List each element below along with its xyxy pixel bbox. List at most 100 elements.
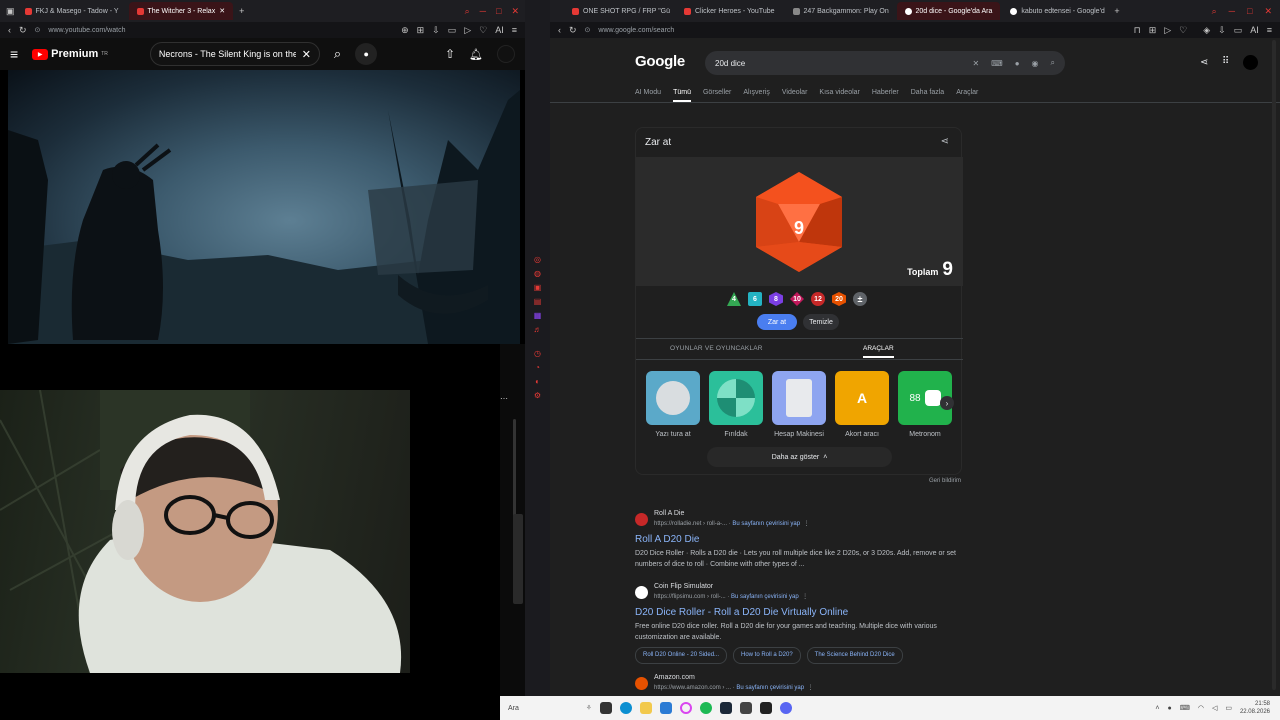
show-hidden-icons[interactable]: ˄ xyxy=(1155,705,1159,712)
search-tabs-icon[interactable]: ⌕ xyxy=(1212,6,1217,17)
spotify-icon[interactable] xyxy=(700,702,712,714)
sitelink[interactable]: Roll D20 Online - 20 Sided... xyxy=(635,647,728,664)
d6-button[interactable]: 6 xyxy=(748,292,762,306)
heart-icon[interactable]: ♡ xyxy=(479,25,487,36)
d12-button[interactable]: 12 xyxy=(811,292,825,306)
spinner-tool[interactable]: Fırıldak xyxy=(709,371,763,438)
tab-backgammon[interactable]: 247 Backgammon: Play On xyxy=(785,2,895,20)
search-input[interactable]: Necrons - The Silent King is on the Flo … xyxy=(149,42,320,66)
tab-news[interactable]: Haberler xyxy=(872,89,899,102)
search-input[interactable]: 20d dice xyxy=(715,59,960,68)
minimize-icon[interactable]: ─ xyxy=(480,6,486,16)
zoom-icon[interactable]: ⊕ xyxy=(401,25,409,36)
result-source[interactable]: Coin Flip Simulator https://flipsimu.com … xyxy=(635,581,965,603)
tab-ai-mode[interactable]: AI Modu xyxy=(635,89,661,102)
file-explorer-icon[interactable] xyxy=(640,702,652,714)
clock[interactable]: 21:58 22.08.2026 xyxy=(1240,700,1270,716)
show-less-button[interactable]: Daha az göster ˄ xyxy=(707,447,892,467)
heart-icon[interactable]: ♡ xyxy=(1179,25,1187,36)
steam-icon[interactable] xyxy=(720,702,732,714)
calculator-tool[interactable]: Hesap Makinesi xyxy=(772,371,826,438)
taskbar-search-input[interactable]: Ara ⚘ xyxy=(504,700,592,716)
sidebar-icon-instagram[interactable]: ▣ xyxy=(534,283,542,292)
close-window-icon[interactable]: ✕ xyxy=(511,6,519,17)
video-player[interactable] xyxy=(8,70,520,344)
store-icon[interactable] xyxy=(660,702,672,714)
url-field[interactable]: www.google.com/search xyxy=(598,27,674,34)
tab-one-shot-rpg[interactable]: ONE SHOT RPG / FRP "Gü xyxy=(564,2,674,20)
avatar[interactable] xyxy=(497,45,515,63)
microphone-icon[interactable]: ● xyxy=(1168,705,1172,712)
ai-icon[interactable]: AI xyxy=(495,25,504,35)
d8-button[interactable]: 8 xyxy=(769,292,783,306)
tab-images[interactable]: Görseller xyxy=(703,89,731,102)
send-icon[interactable]: ▷ xyxy=(1164,25,1171,36)
tab-tools[interactable]: Araçlar xyxy=(956,89,978,102)
tab-actions-icon[interactable]: ▣ xyxy=(6,6,15,17)
youtube-logo[interactable]: ▶ Premium TR xyxy=(32,48,108,60)
keyboard-layout-icon[interactable]: ⌨︎ xyxy=(1180,704,1190,712)
scrollbar[interactable] xyxy=(513,419,516,519)
clear-button[interactable]: Temizle xyxy=(803,314,839,330)
voice-search-icon[interactable]: ● xyxy=(1015,59,1020,68)
custom-die-icon[interactable]: ± xyxy=(853,292,867,306)
result-source[interactable]: Roll A Die https://rolladie.net › roll-a-… xyxy=(635,508,965,530)
task-view-icon[interactable] xyxy=(600,702,612,714)
sidebar-icon-vk[interactable]: ▤ xyxy=(534,297,542,306)
ai-icon[interactable]: AI xyxy=(1250,25,1259,35)
tab-20d-dice[interactable]: 20d dice - Google'da Ara xyxy=(896,2,1001,20)
sitelink[interactable]: How to Roll a D20? xyxy=(733,647,801,664)
send-icon[interactable]: ▷ xyxy=(464,25,471,36)
sidebar-icon-settings[interactable]: ⚙︎ xyxy=(534,391,541,400)
back-icon[interactable]: ‹ xyxy=(558,25,561,35)
share-icon[interactable]: ⋖ xyxy=(1200,57,1208,68)
menu-icon[interactable]: ≡ xyxy=(512,25,517,35)
reload-icon[interactable]: ↻ xyxy=(569,25,577,36)
download-icon[interactable]: ⇩ xyxy=(432,25,440,36)
opera-gx-icon[interactable] xyxy=(680,702,692,714)
result-source[interactable]: Amazon.com https://www.amazon.com › ... ·… xyxy=(635,672,965,694)
sitelink[interactable]: The Science Behind D20 Dice xyxy=(806,647,903,664)
tab-more[interactable]: Daha fazla xyxy=(911,89,944,102)
volume-icon[interactable]: ◁ xyxy=(1212,704,1217,712)
reload-icon[interactable]: ↻ xyxy=(19,25,27,36)
tab-shopping[interactable]: Alışveriş xyxy=(743,89,769,102)
share-icon[interactable]: ⋖ xyxy=(941,136,949,147)
sidebar-icon-extension[interactable]: ◐ xyxy=(535,377,540,386)
search-icon[interactable]: ⌕ xyxy=(334,46,341,62)
coin-flip-tool[interactable]: Yazı tura at xyxy=(646,371,700,438)
google-search-box[interactable]: 20d dice ✕ ⌨︎ ● ◉ ⌕ xyxy=(705,51,1065,75)
new-tab-icon[interactable]: + xyxy=(1114,6,1119,16)
site-info-icon[interactable]: ⊙ xyxy=(35,26,41,34)
tab-short-videos[interactable]: Kısa videolar xyxy=(819,89,859,102)
new-tab-icon[interactable]: + xyxy=(239,6,244,16)
clear-search-icon[interactable]: ✕ xyxy=(302,48,311,61)
result-title[interactable]: D20 Dice Roller - Roll a D20 Die Virtual… xyxy=(635,607,965,618)
apps-grid-icon[interactable]: ⠿ xyxy=(1222,56,1229,67)
lens-icon[interactable]: ◉ xyxy=(1032,59,1039,68)
result-title[interactable]: Roll A D20 Die xyxy=(635,534,965,545)
d20-button[interactable]: 20 xyxy=(832,292,846,306)
minimize-icon[interactable]: ─ xyxy=(1229,6,1235,16)
search-icon[interactable]: ⌕ xyxy=(1051,58,1055,68)
notifications-icon[interactable]: 🔔︎ xyxy=(469,48,483,61)
url-field[interactable]: www.youtube.com/watch xyxy=(48,27,125,34)
tuner-tool[interactable]: A Akort aracı xyxy=(835,371,889,438)
next-arrow-icon[interactable]: › xyxy=(940,396,954,410)
back-icon[interactable]: ‹ xyxy=(8,25,11,35)
site-info-icon[interactable]: ⊙ xyxy=(585,26,591,34)
upload-icon[interactable]: ⇧ xyxy=(445,47,455,61)
sidebar-icon-twitch[interactable]: ▦ xyxy=(534,311,542,320)
tab-witcher[interactable]: The Witcher 3 - Relax ✕ xyxy=(128,2,234,20)
voice-search-icon[interactable]: ● xyxy=(355,43,378,65)
account-avatar[interactable] xyxy=(1243,55,1258,70)
sidebar-icon-music[interactable]: ♬ xyxy=(534,325,542,334)
more-options-icon[interactable]: ⋯ xyxy=(500,394,508,403)
tab-games-toys[interactable]: OYUNLAR VE OYUNCAKLAR xyxy=(670,345,763,352)
d4-button[interactable]: 4 xyxy=(727,292,741,306)
keyboard-icon[interactable]: ⌨︎ xyxy=(991,59,1003,68)
close-window-icon[interactable]: ✕ xyxy=(1264,6,1272,17)
sidebar-icon-clock[interactable]: ◔ xyxy=(535,363,540,372)
sidebar-icon-whatsapp[interactable]: ◍ xyxy=(534,269,541,278)
cast-icon[interactable]: ▭ xyxy=(1234,25,1243,36)
